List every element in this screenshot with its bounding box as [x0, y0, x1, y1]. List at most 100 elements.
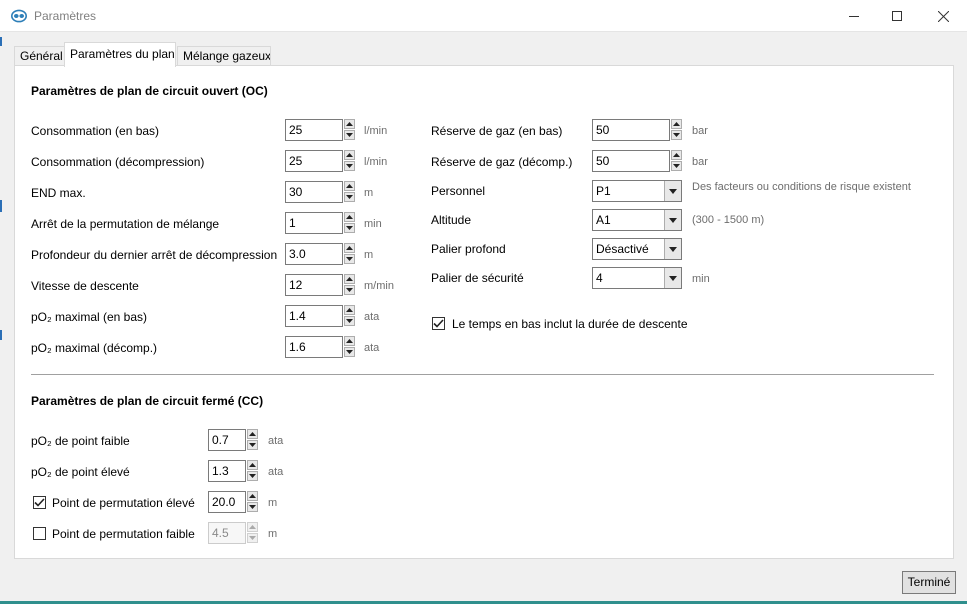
spin-up-icon[interactable]	[344, 150, 355, 160]
safety-stop-select[interactable]: 4	[592, 267, 682, 289]
cc-row-label[interactable]: Point de permutation élevé	[52, 496, 195, 510]
po2-high-setpoint-spinner[interactable]: 1.3	[208, 460, 258, 482]
high-switch-point-spinner[interactable]: 20.0	[208, 491, 258, 513]
low-switch-point-spinner: 4.5	[208, 522, 258, 544]
spin-down-icon[interactable]	[344, 223, 355, 233]
spin-up-icon[interactable]	[247, 491, 258, 501]
chevron-down-icon[interactable]	[664, 239, 681, 259]
spin-up-icon[interactable]	[671, 119, 682, 129]
spin-down-icon[interactable]	[344, 285, 355, 295]
spin-value[interactable]: 30	[285, 181, 343, 203]
last-stop-depth-spinner[interactable]: 3.0	[285, 243, 355, 265]
spin-up-icon[interactable]	[344, 274, 355, 284]
spin-value: 4.5	[208, 522, 246, 544]
unit-label: l/min	[364, 156, 388, 168]
oc-row-label: Palier profond	[431, 242, 506, 256]
chevron-down-icon[interactable]	[664, 181, 681, 201]
gas-reserve-bottom-spinner[interactable]: 50	[592, 119, 682, 141]
tab-gas-mix[interactable]: Mélange gazeux	[177, 46, 271, 66]
spin-value[interactable]: 20.0	[208, 491, 246, 513]
gas-reserve-deco-spinner[interactable]: 50	[592, 150, 682, 172]
consumption-bottom-spinner[interactable]: 25	[285, 119, 355, 141]
altitude-select[interactable]: A1	[592, 209, 682, 231]
chevron-down-icon[interactable]	[664, 268, 681, 288]
close-icon	[937, 10, 949, 22]
close-button[interactable]	[920, 0, 966, 32]
background-accent	[0, 330, 2, 340]
spin-down-icon[interactable]	[247, 502, 258, 512]
spin-up-icon	[247, 522, 258, 532]
po2-max-bottom-spinner[interactable]: 1.4	[285, 305, 355, 327]
oc-section-title: Paramètres de plan de circuit ouvert (OC…	[31, 84, 268, 98]
oc-row-label: pO₂ maximal (décomp.)	[31, 341, 158, 355]
spin-value[interactable]: 1	[285, 212, 343, 234]
low-switch-point-checkbox[interactable]	[33, 527, 46, 540]
spin-down-icon[interactable]	[247, 471, 258, 481]
cc-section-title: Paramètres de plan de circuit fermé (CC)	[31, 394, 264, 408]
mix-switch-stop-spinner[interactable]: 1	[285, 212, 355, 234]
unit-label: m/min	[364, 280, 394, 292]
maximize-button[interactable]	[874, 0, 920, 32]
spin-up-icon[interactable]	[344, 212, 355, 222]
unit-label: m	[364, 187, 374, 199]
unit-label: m	[364, 249, 374, 261]
spin-up-icon[interactable]	[344, 243, 355, 253]
checkmark-icon	[34, 498, 45, 507]
spin-down-icon[interactable]	[344, 161, 355, 171]
spin-down-icon[interactable]	[344, 192, 355, 202]
spin-up-icon[interactable]	[344, 305, 355, 315]
minimize-button[interactable]	[831, 0, 877, 32]
spin-value[interactable]: 0.7	[208, 429, 246, 451]
bottom-time-checkbox[interactable]	[432, 317, 445, 330]
oc-row-label: Vitesse de descente	[31, 279, 139, 293]
spin-value[interactable]: 1.6	[285, 336, 343, 358]
cc-row-label: pO₂ de point faible	[31, 434, 130, 448]
end-max-spinner[interactable]: 30	[285, 181, 355, 203]
bottom-time-checkbox-label[interactable]: Le temps en bas inclut la durée de desce…	[452, 317, 688, 331]
spin-value[interactable]: 3.0	[285, 243, 343, 265]
oc-row-label: Profondeur du dernier arrêt de décompres…	[31, 248, 278, 262]
spin-down-icon[interactable]	[671, 161, 682, 171]
checkmark-icon	[433, 319, 444, 328]
oc-row-label: Palier de sécurité	[431, 271, 524, 285]
high-switch-point-checkbox[interactable]	[33, 496, 46, 509]
spin-up-icon[interactable]	[344, 119, 355, 129]
minimize-icon	[849, 16, 859, 17]
spin-down-icon[interactable]	[671, 130, 682, 140]
spin-value[interactable]: 25	[285, 119, 343, 141]
spin-up-icon[interactable]	[344, 181, 355, 191]
spin-down-icon[interactable]	[344, 254, 355, 264]
spin-value[interactable]: 12	[285, 274, 343, 296]
spin-down-icon[interactable]	[344, 130, 355, 140]
spin-value[interactable]: 1.3	[208, 460, 246, 482]
spin-up-icon[interactable]	[247, 429, 258, 439]
consumption-deco-spinner[interactable]: 25	[285, 150, 355, 172]
done-button[interactable]: Terminé	[902, 571, 956, 594]
personal-factor-select[interactable]: P1	[592, 180, 682, 202]
spin-up-icon[interactable]	[671, 150, 682, 160]
deep-stop-select[interactable]: Désactivé	[592, 238, 682, 260]
spin-value[interactable]: 1.4	[285, 305, 343, 327]
tab-plan-settings[interactable]: Paramètres du plan	[64, 42, 176, 67]
spin-up-icon[interactable]	[247, 460, 258, 470]
cc-row-label[interactable]: Point de permutation faible	[52, 527, 195, 541]
oc-row-label: Consommation (décompression)	[31, 155, 205, 169]
spin-down-icon[interactable]	[344, 347, 355, 357]
select-value: A1	[596, 213, 611, 227]
unit-label: ata	[364, 342, 380, 354]
unit-label: min	[364, 218, 382, 230]
select-value: Désactivé	[596, 242, 649, 256]
spin-value[interactable]: 50	[592, 150, 670, 172]
tab-general[interactable]: Général	[14, 46, 65, 66]
spin-value[interactable]: 25	[285, 150, 343, 172]
spin-down-icon[interactable]	[344, 316, 355, 326]
spin-down-icon[interactable]	[247, 440, 258, 450]
po2-max-deco-spinner[interactable]: 1.6	[285, 336, 355, 358]
chevron-down-icon[interactable]	[664, 210, 681, 230]
spin-down-icon	[247, 533, 258, 543]
po2-low-setpoint-spinner[interactable]: 0.7	[208, 429, 258, 451]
spin-value[interactable]: 50	[592, 119, 670, 141]
spin-up-icon[interactable]	[344, 336, 355, 346]
section-divider	[31, 374, 934, 375]
descent-speed-spinner[interactable]: 12	[285, 274, 355, 296]
